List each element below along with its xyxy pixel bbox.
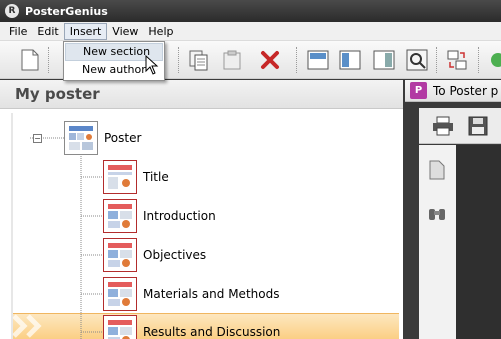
- section-thumbnail-icon: [103, 160, 137, 194]
- tree-node-label: Poster: [104, 131, 142, 145]
- section-thumbnail-icon: [103, 199, 137, 233]
- delete-icon[interactable]: [258, 48, 282, 72]
- collapse-icon[interactable]: −: [33, 133, 42, 143]
- pages-icon[interactable]: [429, 160, 445, 180]
- title-bar: R PosterGenius: [0, 0, 501, 22]
- tree-node-materials-and-methods[interactable]: Materials and Methods: [103, 276, 279, 312]
- pdf-canvas: [456, 145, 501, 339]
- menu-insert[interactable]: Insert: [63, 22, 108, 40]
- tab-to-poster-pdf[interactable]: P To Poster p: [405, 80, 501, 102]
- mouse-cursor-icon: [145, 55, 159, 75]
- tree-node-introduction[interactable]: Introduction: [103, 198, 216, 234]
- tree-node-label: Materials and Methods: [143, 287, 280, 301]
- tree-node-results-and-discussion[interactable]: Results and Discussion: [103, 314, 280, 339]
- menu-help[interactable]: Help: [143, 23, 178, 40]
- layout-top-icon[interactable]: [306, 48, 330, 72]
- postergenius-logo-icon: R: [5, 4, 19, 18]
- pdf-toolbar: [419, 108, 501, 144]
- tree-node-label: Title: [143, 170, 169, 184]
- section-thumbnail-icon: [103, 315, 137, 339]
- tree-node-label: Introduction: [143, 209, 216, 223]
- arrange-icon[interactable]: [445, 48, 469, 72]
- print-icon[interactable]: [432, 116, 454, 136]
- menu-file[interactable]: File: [4, 23, 32, 40]
- pdf-sidebar: [419, 145, 456, 339]
- menu-view[interactable]: View: [107, 23, 143, 40]
- menu-edit[interactable]: Edit: [32, 23, 63, 40]
- tree-node-title[interactable]: Title: [103, 159, 169, 195]
- pdf-icon: P: [410, 82, 427, 99]
- poster-thumbnail-icon: [64, 121, 98, 155]
- copy-icon[interactable]: [187, 48, 211, 72]
- tree-node-objectives[interactable]: Objectives: [103, 237, 206, 273]
- tree-node-root[interactable]: − Poster: [33, 120, 141, 156]
- section-thumbnail-icon: [103, 277, 137, 311]
- go-icon[interactable]: [486, 48, 501, 72]
- new-document-icon[interactable]: [18, 48, 42, 72]
- tree-node-label: Results and Discussion: [143, 325, 281, 339]
- menu-bar: File Edit Insert View Help: [0, 22, 501, 41]
- window-title: PosterGenius: [25, 4, 108, 18]
- paste-icon[interactable]: [220, 48, 244, 72]
- pdf-export-panel: P To Poster p: [405, 80, 501, 339]
- zoom-icon[interactable]: [405, 48, 429, 72]
- layout-left-icon[interactable]: [338, 48, 362, 72]
- layout-columns-icon[interactable]: [372, 48, 396, 72]
- tab-label: To Poster p: [433, 83, 499, 98]
- tree-node-label: Objectives: [143, 248, 207, 262]
- binoculars-icon[interactable]: [428, 205, 446, 221]
- section-thumbnail-icon: [103, 238, 137, 272]
- save-icon[interactable]: [468, 116, 488, 136]
